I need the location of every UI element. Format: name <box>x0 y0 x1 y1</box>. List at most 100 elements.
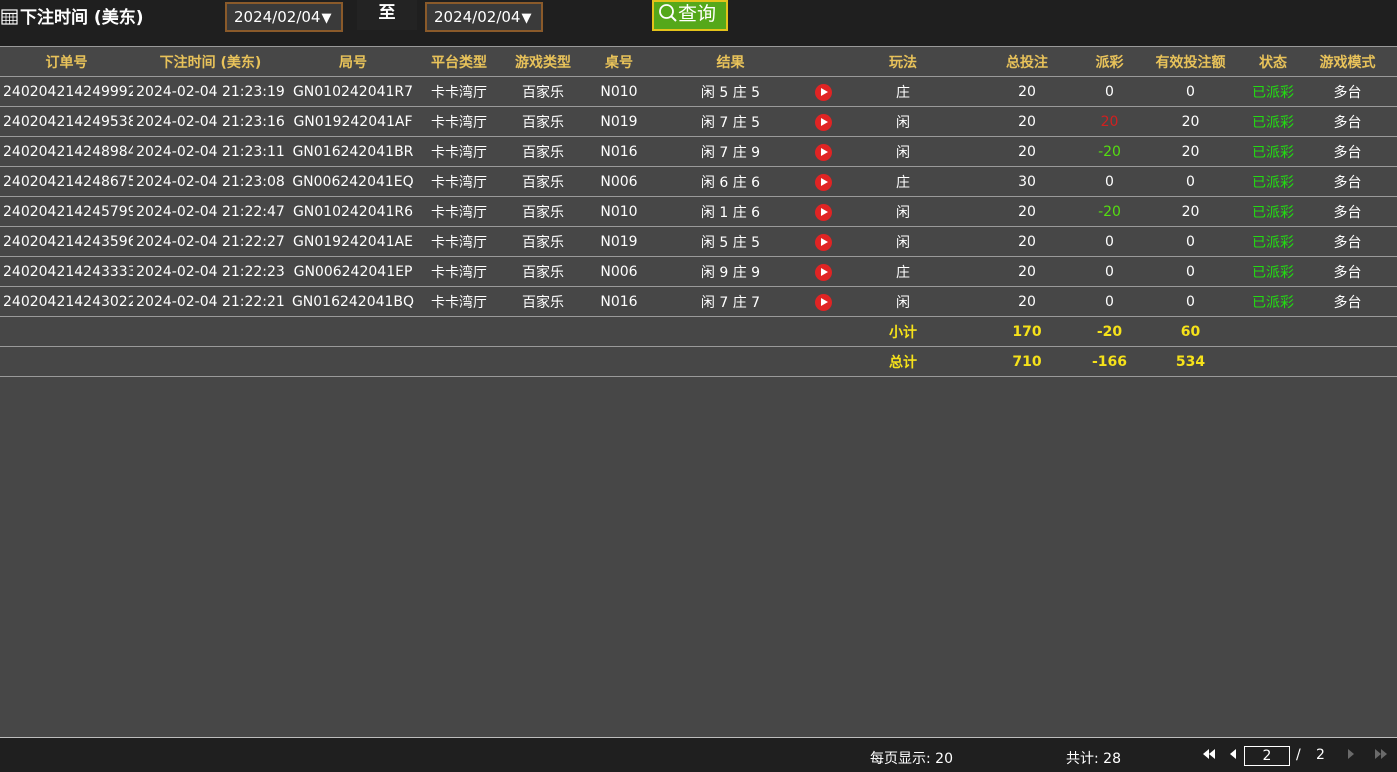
cell-payout: 0 <box>1086 76 1133 107</box>
table-body: 240204214249992 2024-02-04 21:23:19 GN01… <box>0 76 1397 377</box>
date-to-select[interactable]: 2024/02/04▼ <box>425 2 543 32</box>
total-total-bet: 710 <box>968 346 1086 377</box>
cell-total-bet: 20 <box>968 106 1086 137</box>
cell-total-bet: 20 <box>968 256 1086 287</box>
cell-result: 闲 1 庄 6 <box>652 196 809 227</box>
cell-round: GN019242041AF <box>288 106 418 137</box>
cell-result: 闲 5 庄 5 <box>652 76 809 107</box>
cell-bet-time: 2024-02-04 21:23:16 <box>133 106 288 137</box>
pagination-bar: 每页显示: 20 共计: 28 / 2 <box>0 737 1397 772</box>
query-button[interactable]: 查询 <box>652 0 728 31</box>
cell-status: 已派彩 <box>1248 106 1298 137</box>
total-valid-bet: 534 <box>1133 346 1248 377</box>
play-icon[interactable] <box>815 114 832 131</box>
play-icon[interactable] <box>815 144 832 161</box>
table-row: 240204214243596 2024-02-04 21:22:27 GN01… <box>0 226 1397 257</box>
cell-valid-bet: 0 <box>1133 76 1248 107</box>
col-header-game-mode: 游戏模式 <box>1298 46 1397 77</box>
calendar-icon <box>1 9 18 25</box>
subtotal-row: 小计 170 -20 60 <box>0 316 1397 347</box>
cell-status: 已派彩 <box>1248 256 1298 287</box>
cell-round: GN006242041EQ <box>288 166 418 197</box>
col-header-result: 结果 <box>652 46 809 77</box>
play-icon[interactable] <box>815 84 832 101</box>
last-page-icon[interactable] <box>1374 747 1388 761</box>
cell-order: 240204214248984 <box>0 136 133 167</box>
next-page-icon[interactable] <box>1346 747 1356 761</box>
first-page-icon[interactable] <box>1202 747 1216 761</box>
cell-round: GN006242041EP <box>288 256 418 287</box>
cell-order: 240204214249538 <box>0 106 133 137</box>
cell-table-no: N016 <box>586 286 652 317</box>
cell-play: 闲 <box>838 196 968 227</box>
cell-table-no: N010 <box>586 76 652 107</box>
play-icon[interactable] <box>815 174 832 191</box>
cell-platform: 卡卡湾厅 <box>418 76 500 107</box>
cell-result: 闲 7 庄 9 <box>652 136 809 167</box>
subtotal-total-bet: 170 <box>968 316 1086 347</box>
play-icon[interactable] <box>815 264 832 281</box>
play-icon[interactable] <box>815 204 832 221</box>
cell-total-bet: 20 <box>968 136 1086 167</box>
cell-total-bet: 20 <box>968 286 1086 317</box>
cell-table-no: N019 <box>586 226 652 257</box>
table-row: 240204214245799 2024-02-04 21:22:47 GN01… <box>0 196 1397 227</box>
table-row: 240204214243022 2024-02-04 21:22:21 GN01… <box>0 286 1397 317</box>
cell-valid-bet: 0 <box>1133 286 1248 317</box>
cell-order: 240204214243333 <box>0 256 133 287</box>
filter-bar: 下注时间 (美东) 2024/02/04▼ 至 2024/02/04▼ 查询 <box>0 0 1397 46</box>
table-header-row: 订单号 下注时间 (美东) 局号 平台类型 游戏类型 桌号 结果 玩法 总投注 … <box>0 46 1397 77</box>
cell-bet-time: 2024-02-04 21:23:11 <box>133 136 288 167</box>
cell-platform: 卡卡湾厅 <box>418 286 500 317</box>
cell-round: GN010242041R7 <box>288 76 418 107</box>
prev-page-icon[interactable] <box>1228 747 1238 761</box>
col-header-valid-bet: 有效投注额 <box>1133 46 1248 77</box>
col-header-total-bet: 总投注 <box>968 46 1086 77</box>
cell-payout: 0 <box>1086 256 1133 287</box>
cell-replay <box>809 196 838 227</box>
cell-play: 闲 <box>838 286 968 317</box>
table-row: 240204214248675 2024-02-04 21:23:08 GN00… <box>0 166 1397 197</box>
cell-round: GN019242041AE <box>288 226 418 257</box>
play-icon[interactable] <box>815 234 832 251</box>
total-row: 总计 710 -166 534 <box>0 346 1397 377</box>
cell-game-mode: 多台 <box>1298 106 1397 137</box>
date-to-value: 2024/02/04 <box>434 8 521 26</box>
table-row: 240204214249538 2024-02-04 21:23:16 GN01… <box>0 106 1397 137</box>
col-header-play: 玩法 <box>838 46 968 77</box>
cell-replay <box>809 166 838 197</box>
play-icon[interactable] <box>815 294 832 311</box>
cell-valid-bet: 0 <box>1133 166 1248 197</box>
total-pages: 2 <box>1316 747 1325 763</box>
cell-order: 240204214245799 <box>0 196 133 227</box>
cell-game-mode: 多台 <box>1298 226 1397 257</box>
cell-round: GN016242041BR <box>288 136 418 167</box>
col-header-order: 订单号 <box>0 46 133 77</box>
cell-platform: 卡卡湾厅 <box>418 196 500 227</box>
col-header-platform: 平台类型 <box>418 46 500 77</box>
date-from-select[interactable]: 2024/02/04▼ <box>225 2 343 32</box>
per-page-label: 每页显示: 20 <box>870 751 953 767</box>
col-header-replay <box>809 46 838 77</box>
cell-order: 240204214243596 <box>0 226 133 257</box>
cell-total-bet: 30 <box>968 166 1086 197</box>
cell-table-no: N016 <box>586 136 652 167</box>
cell-payout: 0 <box>1086 226 1133 257</box>
cell-order: 240204214249992 <box>0 76 133 107</box>
col-header-bet-time: 下注时间 (美东) <box>133 46 288 77</box>
date-from-value: 2024/02/04 <box>234 8 321 26</box>
cell-table-no: N019 <box>586 106 652 137</box>
cell-status: 已派彩 <box>1248 136 1298 167</box>
page-separator: / <box>1296 747 1301 763</box>
cell-status: 已派彩 <box>1248 166 1298 197</box>
cell-order: 240204214243022 <box>0 286 133 317</box>
cell-status: 已派彩 <box>1248 76 1298 107</box>
cell-replay <box>809 256 838 287</box>
cell-play: 闲 <box>838 136 968 167</box>
cell-table-no: N006 <box>586 256 652 287</box>
subtotal-payout: -20 <box>1086 316 1133 347</box>
cell-game-mode: 多台 <box>1298 136 1397 167</box>
page-number-input[interactable] <box>1244 746 1290 766</box>
cell-replay <box>809 136 838 167</box>
cell-result: 闲 6 庄 6 <box>652 166 809 197</box>
